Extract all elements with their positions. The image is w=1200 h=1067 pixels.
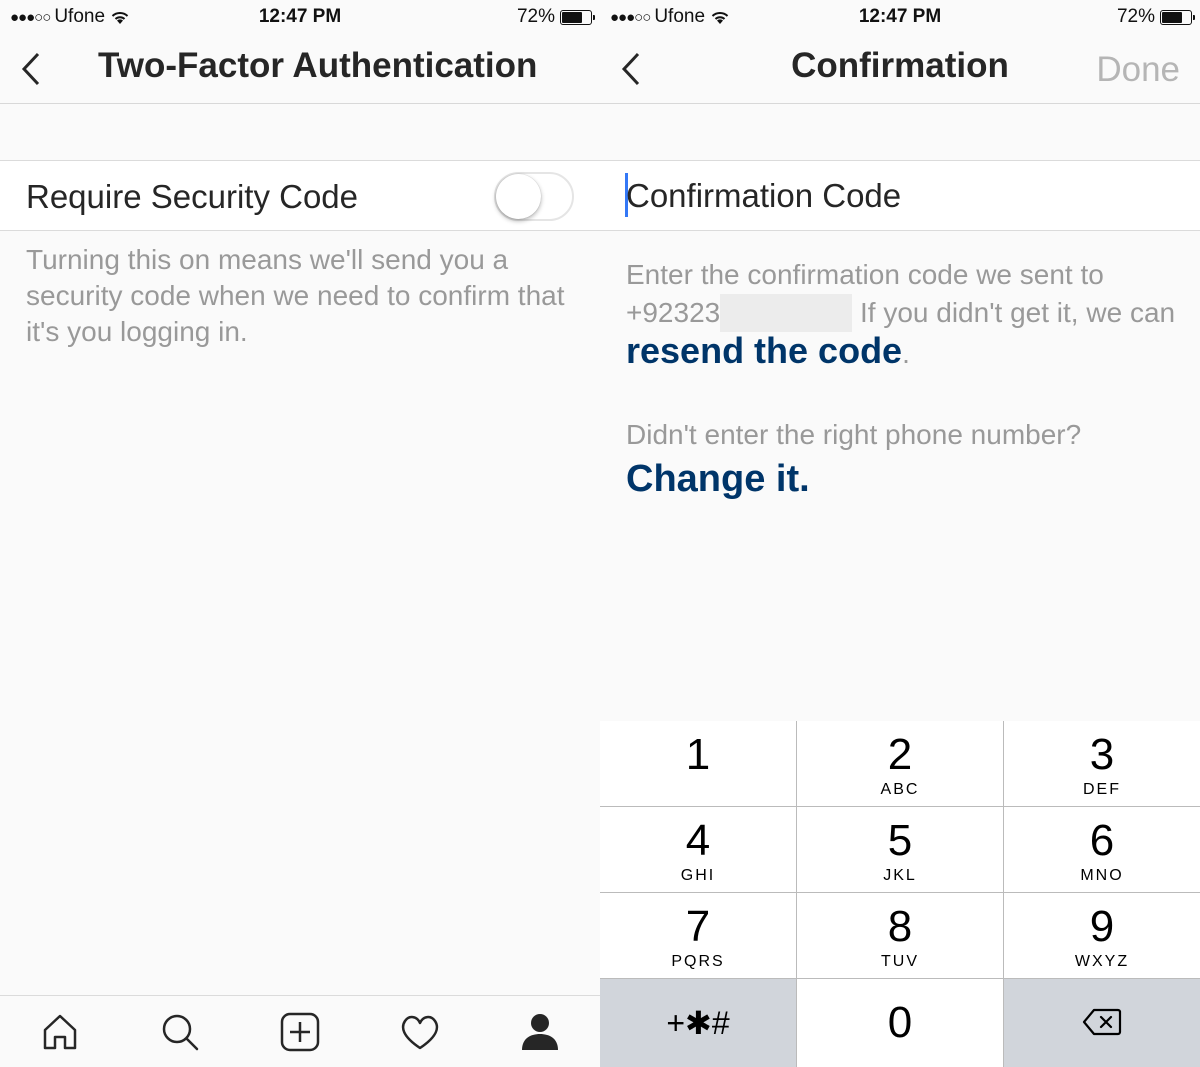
numeric-keypad: 1 2 ABC 3 DEF 4 GHI 5 JKL 6 MNO 7 PQRS 8 TUV 9W… [600,721,1200,1067]
wrong-number-prompt: Didn't enter the right phone number? Chan… [626,416,1186,498]
require-security-code-label: Require Security Code [26,178,358,215]
status-bar: ●●●○○ Ufone 12:47 PM 72% [600,0,1200,34]
require-security-code-row[interactable]: Require Security Code [0,160,600,231]
battery: 72% [1116,6,1195,28]
confirmation-screen: ●●●○○ Ufone 12:47 PM 72% Confirmation Do… [600,0,1200,1067]
toggle-description: Turning this on means we'll send you a s… [26,244,565,347]
key-5[interactable]: 5 JKL [797,807,1004,893]
resend-code-link[interactable]: resend the code [626,330,902,371]
toggle-knob [496,174,541,219]
key-1[interactable]: 1 [600,721,797,807]
key-9[interactable]: 9 WXYZ [1004,893,1200,979]
battery-icon [560,9,595,25]
tab-bar [0,995,600,1067]
done-button[interactable]: Done [1096,50,1180,90]
phone-number: +92323 [626,297,721,328]
backspace-icon [1082,1008,1122,1036]
instructions-prefix: Enter the confirmation code we sent to [626,259,1104,290]
key-6[interactable]: 6 MNO [1004,807,1200,893]
change-number-link[interactable]: Change it. [626,460,1186,498]
wrong-number-text: Didn't enter the right phone number? [626,419,1082,450]
search-icon[interactable] [158,1010,202,1054]
key-2[interactable]: 2 ABC [797,721,1004,807]
battery-percent: 72% [516,6,555,27]
redacted-phone-digits [720,294,853,332]
key-0[interactable]: 0 [797,979,1004,1067]
page-title: Two-Factor Authentication [98,46,538,85]
key-4[interactable]: 4 GHI [600,807,797,893]
key-7[interactable]: 7 PQRS [600,893,797,979]
add-post-icon[interactable] [278,1010,322,1054]
key-symbols[interactable]: +✱# [600,979,797,1067]
require-security-code-toggle[interactable] [494,172,574,221]
confirmation-code-input[interactable] [626,174,1176,218]
clock: 12:47 PM [858,6,942,27]
confirmation-code-row [600,160,1200,231]
clock: 12:47 PM [258,6,342,27]
status-bar: ●●●○○ Ufone 12:47 PM 72% [0,0,600,34]
battery-percent: 72% [1116,6,1155,27]
two-factor-screen: ●●●○○ Ufone 12:47 PM 72% Two-Factor Auth… [0,0,600,1067]
nav-bar: Two-Factor Authentication [0,34,600,104]
battery-icon [1160,9,1195,25]
instructions-period: . [902,338,910,369]
nav-bar: Confirmation Done [600,34,1200,104]
confirmation-instructions: Enter the confirmation code we sent to +… [626,256,1186,373]
key-8[interactable]: 8 TUV [797,893,1004,979]
heart-icon[interactable] [398,1010,442,1054]
instructions-middle: If you didn't get it, we can [860,297,1176,328]
profile-icon[interactable] [518,1010,562,1054]
key-3[interactable]: 3 DEF [1004,721,1200,807]
home-icon[interactable] [38,1010,82,1054]
back-chevron-icon[interactable] [18,50,48,88]
battery: 72% [516,6,595,28]
key-backspace[interactable] [1004,979,1200,1067]
